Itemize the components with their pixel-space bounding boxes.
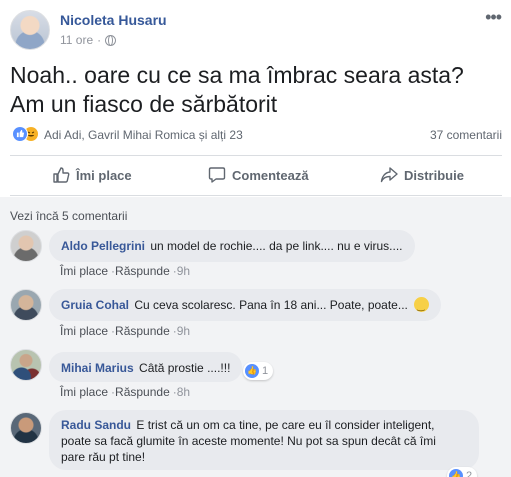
divider — [10, 155, 502, 156]
like-icon: 👍 — [245, 364, 259, 378]
post-header: Nicoleta Husaru 11 ore · ••• — [10, 8, 505, 50]
comment-time[interactable]: 8h — [177, 385, 190, 399]
action-bar: Îmi place Comentează Distribuie — [10, 158, 502, 192]
comment-reaction-badge[interactable]: 👍 2 — [447, 467, 478, 477]
comment-bubble: Gruia Cohal Cu ceva scolaresc. Pana în 1… — [49, 289, 442, 321]
comment-like-link[interactable]: Îmi place — [60, 324, 108, 338]
comment-icon — [208, 167, 226, 183]
comment-bubble: Radu Sandu E trist că un om ca tine, pe … — [49, 410, 479, 470]
view-more-comments-link[interactable]: Vezi încă 5 comentarii — [10, 209, 127, 223]
smiley-icon — [414, 297, 430, 314]
comment-actions: Îmi place ·Răspunde ·8h — [60, 385, 191, 399]
comment-author[interactable]: Radu Sandu — [61, 418, 131, 432]
like-icon — [12, 126, 28, 142]
post-text: Noah.. oare cu ce sa ma îmbrac seara ast… — [10, 61, 500, 119]
reactions-summary: Adi Adi, Gavril Mihai Romica și alți 23 … — [10, 126, 502, 144]
comments-count[interactable]: 37 comentarii — [430, 128, 502, 142]
comment-button-label: Comentează — [232, 167, 309, 183]
comment-text: E trist că un om ca tine, pe care eu îl … — [136, 418, 435, 432]
divider — [10, 195, 502, 196]
comment-likes-count: 2 — [466, 470, 473, 477]
post-text-line: Am un fiasco de sărbătorit — [10, 91, 278, 117]
comment-reaction-badge[interactable]: 👍 1 — [243, 362, 274, 380]
meta-separator: · — [97, 33, 102, 47]
comment-button[interactable]: Comentează — [208, 158, 309, 192]
comments-section: Vezi încă 5 comentarii Aldo Pellegrini u… — [0, 197, 511, 477]
comment-time[interactable]: 9h — [177, 324, 190, 338]
comment-time[interactable]: 9h — [177, 264, 190, 278]
like-icon: 👍 — [449, 469, 463, 477]
comment-author[interactable]: Mihai Marius — [61, 361, 134, 375]
share-icon — [380, 167, 398, 183]
reaction-icons[interactable] — [12, 126, 40, 142]
avatar[interactable] — [10, 412, 42, 444]
post-time[interactable]: 11 ore — [60, 33, 93, 47]
reaction-names[interactable]: Adi Adi, Gavril Mihai Romica și alți 23 — [44, 128, 243, 142]
comment-text: Cu ceva scolaresc. Pana în 18 ani... Poa… — [134, 298, 408, 312]
like-button-label: Îmi place — [76, 167, 132, 183]
comment-bubble: Aldo Pellegrini un model de rochie.... d… — [49, 230, 415, 262]
comment-reply-link[interactable]: Răspunde — [115, 324, 170, 338]
more-options-icon[interactable]: ••• — [485, 8, 502, 26]
comment-like-link[interactable]: Îmi place — [60, 385, 108, 399]
comment-bubble: Mihai Marius Câtă prostie ....!!! — [49, 352, 243, 382]
comment-reply-link[interactable]: Răspunde — [115, 385, 170, 399]
avatar[interactable] — [10, 349, 42, 381]
globe-icon — [105, 34, 117, 46]
comment-text: pare rău pt tine! — [61, 450, 146, 464]
comment-reply-link[interactable]: Răspunde — [115, 264, 170, 278]
share-button[interactable]: Distribuie — [380, 158, 464, 192]
comment-author[interactable]: Gruia Cohal — [61, 298, 129, 312]
comment-actions: Îmi place ·Răspunde ·9h — [60, 324, 191, 338]
thumbs-up-icon — [53, 167, 70, 183]
comment-likes-count: 1 — [262, 365, 269, 377]
avatar[interactable] — [10, 289, 42, 321]
comment-actions: Îmi place ·Răspunde ·9h — [60, 264, 191, 278]
post-meta: 11 ore · — [60, 33, 117, 47]
comment-text: un model de rochie.... da pe link.... nu… — [150, 239, 403, 253]
comment-text: poate sa facă glumite în aceste momente!… — [61, 434, 436, 448]
avatar[interactable] — [10, 230, 42, 262]
post-text-line: Noah.. oare cu ce sa ma îmbrac seara ast… — [10, 62, 464, 88]
like-button[interactable]: Îmi place — [52, 158, 132, 192]
comment-text: Câtă prostie ....!!! — [139, 361, 231, 375]
comment-author[interactable]: Aldo Pellegrini — [61, 239, 145, 253]
author-avatar[interactable] — [10, 10, 50, 50]
comment-like-link[interactable]: Îmi place — [60, 264, 108, 278]
share-button-label: Distribuie — [404, 167, 464, 183]
author-name[interactable]: Nicoleta Husaru — [60, 12, 167, 28]
